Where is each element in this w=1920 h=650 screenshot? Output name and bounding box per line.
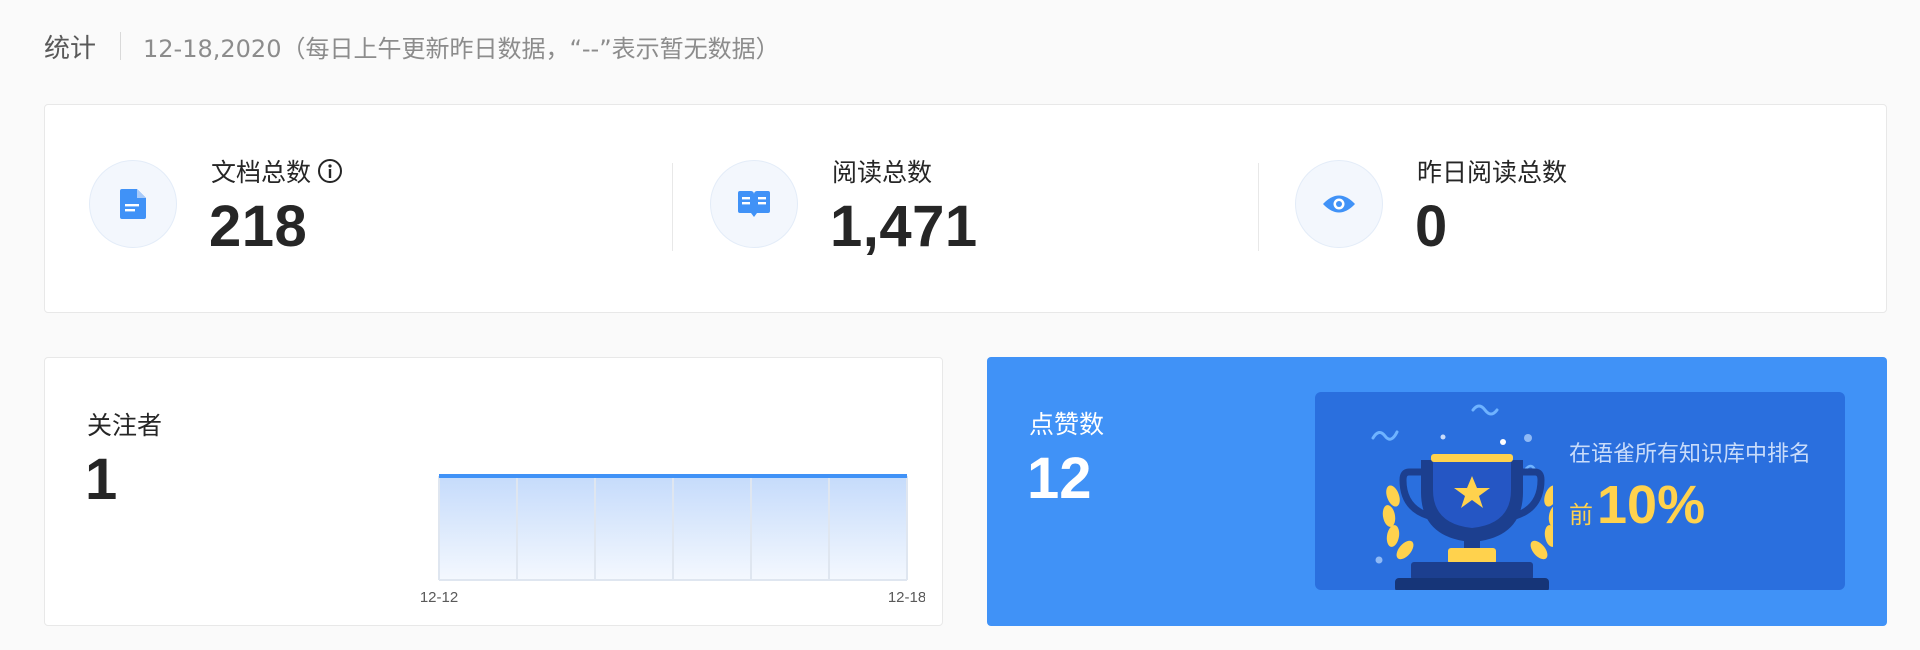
followers-label: 关注者 xyxy=(87,411,163,440)
trophy-icon xyxy=(1371,404,1553,590)
x-tick-label: 12-12 xyxy=(420,589,458,606)
summary-card: 文档总数 218 阅读总数 1,471 昨日阅读总数 0 xyxy=(44,104,1887,313)
followers-chart: 12-12 12-18 xyxy=(420,474,925,606)
stat-yesterday-reads: 昨日阅读总数 0 xyxy=(1295,105,1855,314)
stat-total-docs: 文档总数 218 xyxy=(89,105,669,314)
stat-total-reads: 阅读总数 1,471 xyxy=(710,105,1270,314)
likes-value: 12 xyxy=(1027,446,1092,511)
document-icon xyxy=(89,160,177,248)
stat-value: 0 xyxy=(1415,194,1448,259)
stat-label: 昨日阅读总数 xyxy=(1417,158,1568,187)
page-title: 统计 xyxy=(44,33,97,64)
followers-card: 关注者 1 12-12 12-18 xyxy=(44,357,943,626)
stat-value: 1,471 xyxy=(830,194,978,259)
rank-description: 在语雀所有知识库中排名 xyxy=(1569,442,1812,467)
update-note: 12-18,2020（每日上午更新昨日数据，“--”表示暂无数据） xyxy=(143,34,780,63)
x-tick-label: 12-18 xyxy=(888,589,925,606)
rank-line: 前 10% xyxy=(1569,474,1705,536)
stat-label: 文档总数 xyxy=(211,158,312,187)
likes-label: 点赞数 xyxy=(1029,410,1105,439)
stat-divider xyxy=(672,163,673,251)
likes-card: 点赞数 12 在语雀所有知识库中排名 前 10% xyxy=(987,357,1887,626)
book-icon xyxy=(710,160,798,248)
info-icon[interactable] xyxy=(317,158,343,184)
stat-divider xyxy=(1258,163,1259,251)
header-divider xyxy=(120,32,122,60)
stats-header: 统计 12-18,2020（每日上午更新昨日数据，“--”表示暂无数据） xyxy=(44,26,780,66)
rank-panel: 在语雀所有知识库中排名 前 10% xyxy=(1315,392,1845,590)
eye-icon xyxy=(1295,160,1383,248)
rank-prefix: 前 xyxy=(1569,501,1593,529)
followers-value: 1 xyxy=(85,447,118,512)
stat-label: 阅读总数 xyxy=(832,158,933,187)
rank-percent: 10% xyxy=(1597,475,1706,535)
stat-value: 218 xyxy=(209,194,308,259)
